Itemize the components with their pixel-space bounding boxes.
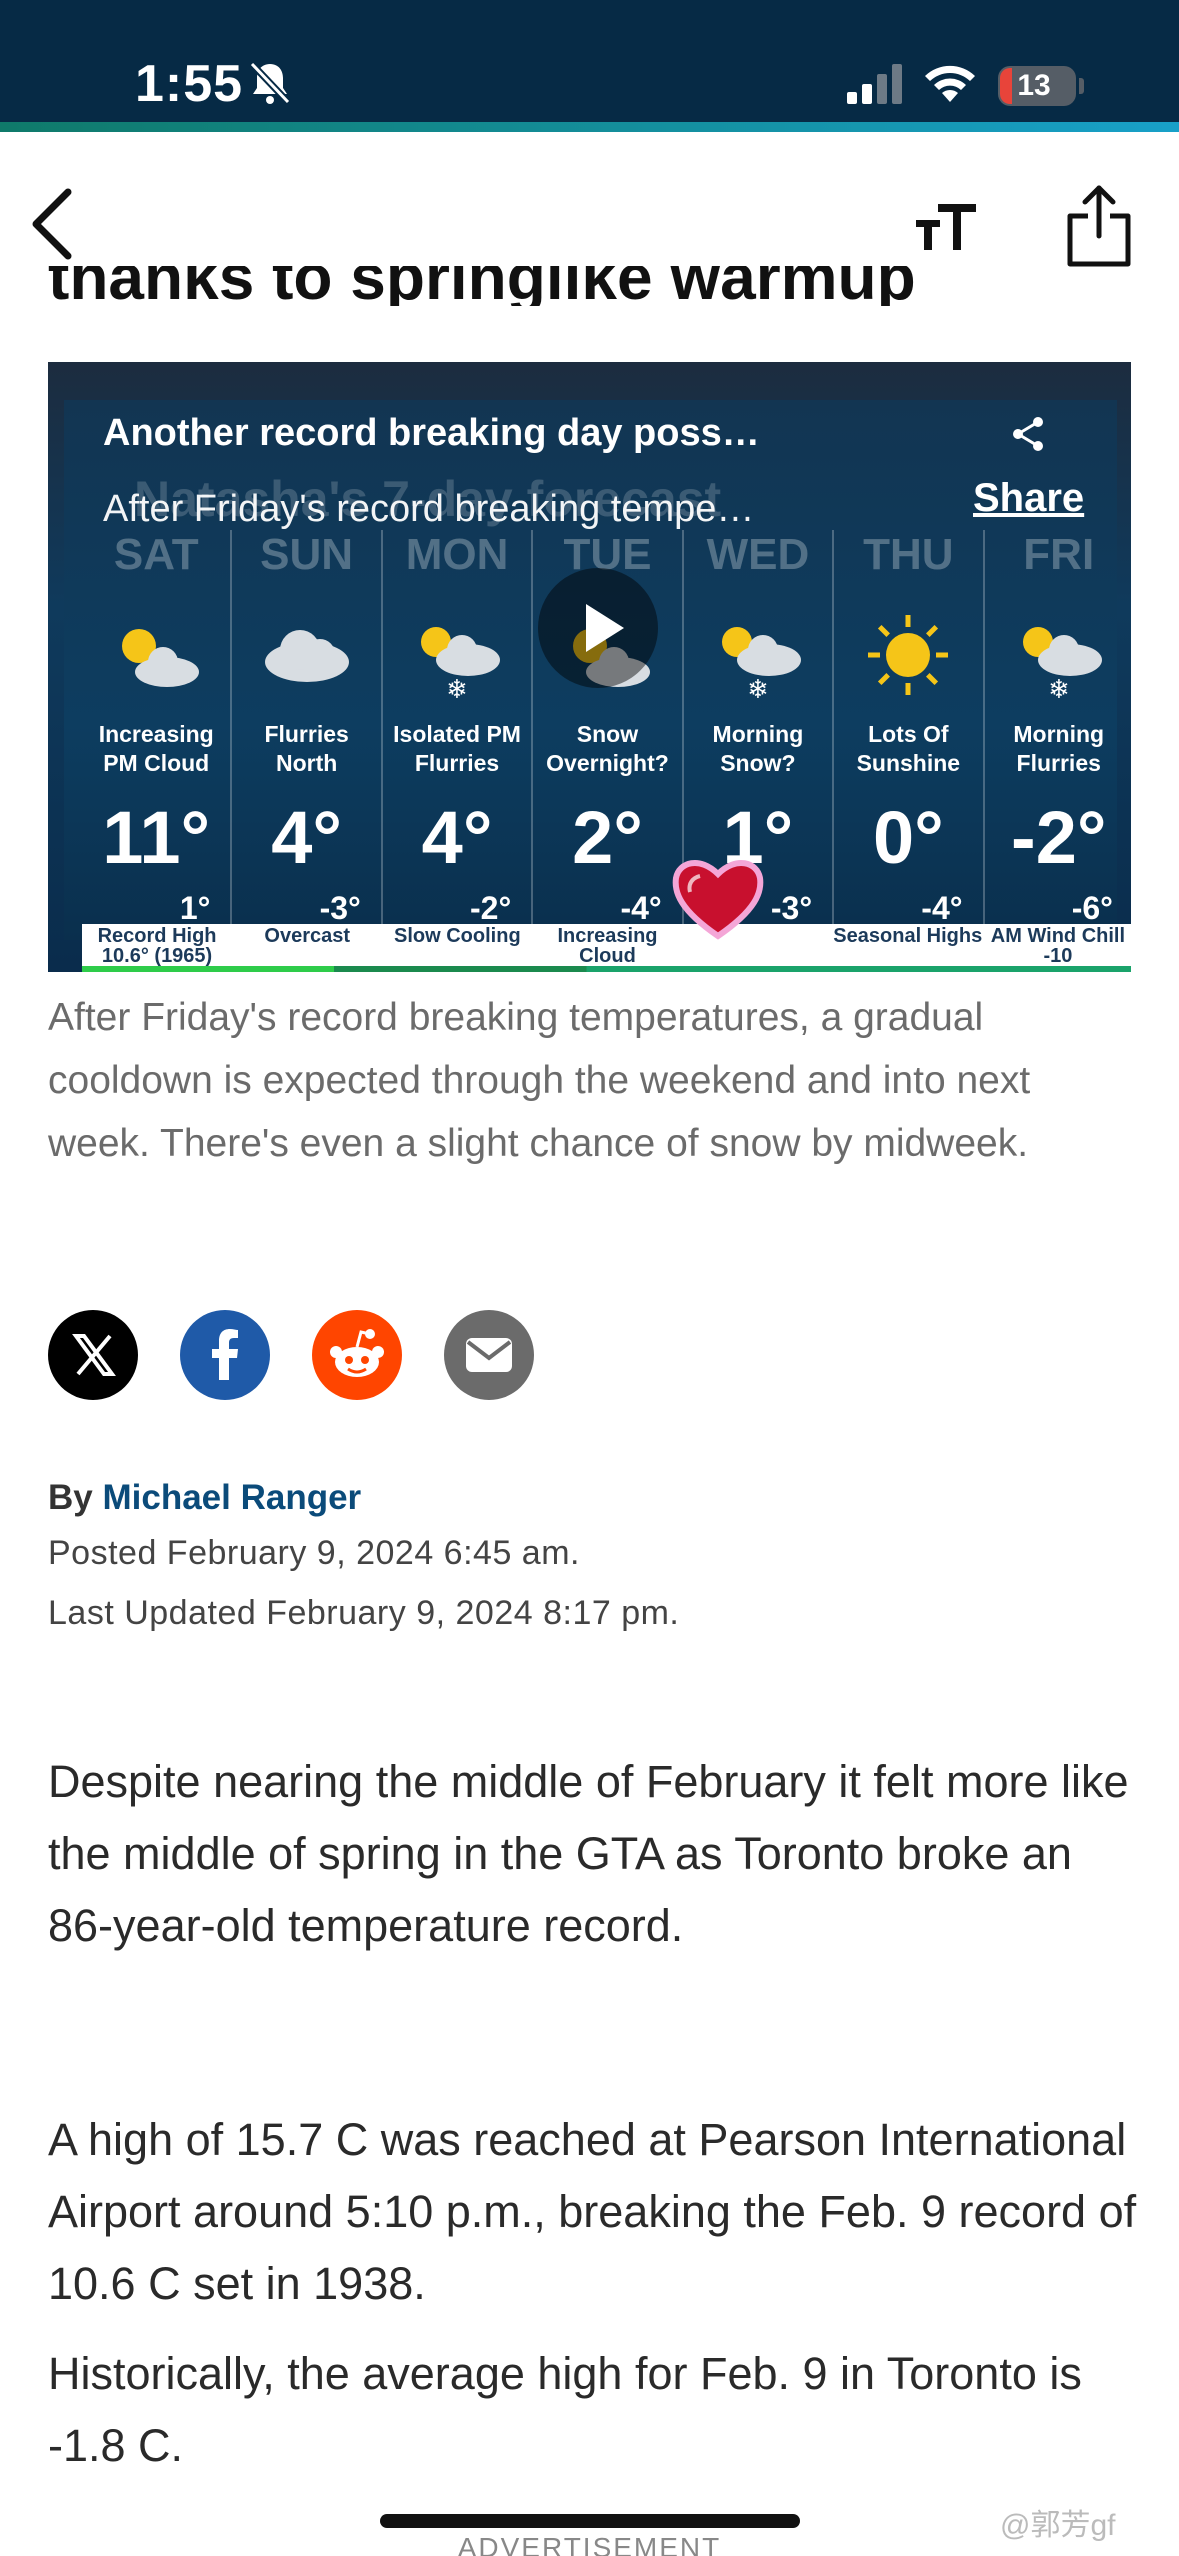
play-icon [586, 604, 624, 652]
forecast-day: FRI ❄ Morning Flurries -2° -6° [985, 530, 1131, 960]
forecast-low: -4° [620, 890, 662, 926]
facebook-logo-icon [212, 1329, 238, 1380]
forecast-condition: Snow Overnight? [546, 721, 669, 776]
forecast-day-name: MON [405, 530, 509, 579]
forecast-footer: Slow Cooling [394, 925, 521, 947]
share-reddit-button[interactable] [312, 1310, 402, 1400]
share-email-button[interactable] [444, 1310, 534, 1400]
forecast-day-name: FRI [1023, 530, 1095, 579]
forecast-condition: Morning Snow? [712, 721, 804, 776]
share-x-button[interactable] [48, 1310, 138, 1400]
forecast-day-name: SUN [260, 530, 354, 579]
forecast-condition: Increasing PM Cloud [98, 721, 214, 776]
status-bar: 1:55 13 [0, 0, 1179, 132]
bell-muted-icon [249, 61, 291, 105]
forecast-condition: Morning Flurries [1013, 721, 1105, 776]
sun-cloud-icon [122, 629, 200, 687]
battery-indicator: 13 [998, 66, 1084, 106]
forecast-footer: Overcast [264, 925, 351, 947]
forecast-day-name: WED [706, 530, 810, 579]
share-icon[interactable] [1064, 184, 1134, 268]
cloud-icon [264, 630, 349, 682]
battery-level: 13 [1017, 69, 1051, 102]
share-facebook-button[interactable] [180, 1310, 270, 1400]
byline: By Michael Ranger [48, 1478, 361, 1518]
forecast-footer: Increasing Cloud [557, 925, 658, 967]
sun-snow-icon: ❄ [721, 627, 801, 700]
article-paragraph: A high of 15.7 C was reached at Pearson … [48, 2114, 1137, 2309]
svg-text:❄: ❄ [747, 674, 769, 700]
forecast-condition: Flurries North [264, 721, 349, 776]
reddit-logo-icon [330, 1329, 384, 1377]
svg-text:❄: ❄ [446, 674, 468, 700]
wifi-icon [925, 65, 975, 102]
posted-date: Posted February 9, 2024 6:45 am. [48, 1534, 580, 1572]
forecast-footer: Record High 10.6° (1965) [97, 925, 217, 967]
forecast-high: 0° [872, 796, 944, 879]
forecast-footer: Seasonal Highs [833, 925, 983, 947]
byline-prefix: By [48, 1478, 93, 1517]
text-size-icon[interactable] [914, 198, 978, 254]
svg-text:❄: ❄ [1048, 674, 1070, 700]
x-logo-icon [72, 1334, 116, 1376]
sun-snow-icon: ❄ [1022, 627, 1102, 700]
forecast-condition: Isolated PM Flurries [393, 721, 521, 776]
forecast-high: 2° [572, 796, 643, 879]
heart-sticker-icon [672, 860, 764, 940]
video-title[interactable]: Another record breaking day poss… [103, 412, 760, 455]
forecast-condition: Lots Of Sunshine [856, 721, 961, 776]
forecast-low: -3° [770, 890, 813, 926]
forecast-high: 11° [102, 796, 211, 879]
forecast-low: -4° [921, 890, 963, 926]
envelope-icon [466, 1338, 512, 1372]
article-paragraph: Historically, the average high for Feb. … [48, 2348, 1082, 2471]
updated-date: Last Updated February 9, 2024 8:17 pm. [48, 1594, 680, 1632]
forecast-low: -3° [319, 890, 361, 926]
back-chevron-icon[interactable] [24, 184, 84, 264]
forecast-day-name: THU [863, 530, 954, 579]
forecast-day: SUN Flurries North 4° -3° [232, 530, 383, 960]
forecast-low: -2° [470, 890, 512, 926]
forecast-colorbar [82, 966, 1131, 972]
video-caption: After Friday's record breaking temperatu… [48, 996, 1031, 1165]
forecast-low: -6° [1071, 890, 1113, 926]
forecast-day: THU Lots Of Sunshine 0° -4° [834, 530, 985, 960]
video-subtitle: After Friday's record breaking tempe… [103, 488, 755, 530]
sun-icon [868, 615, 949, 695]
article-paragraph: Despite nearing the middle of February i… [48, 1756, 1129, 1951]
status-time: 1:55 [135, 55, 244, 113]
author-link[interactable]: Michael Ranger [102, 1478, 361, 1517]
forecast-high: -2° [1011, 796, 1107, 879]
social-share-bar [48, 1310, 534, 1400]
forecast-high: 4° [271, 796, 342, 879]
play-button[interactable] [538, 568, 658, 688]
cellular-signal-icon [847, 64, 902, 104]
forecast-low: 1° [179, 890, 211, 926]
forecast-day-name: SAT [113, 530, 199, 579]
watermark: @郭芳gf [1000, 2509, 1116, 2542]
forecast-footer: AM Wind Chill -10 [990, 925, 1126, 967]
video-share-button[interactable]: Share [973, 476, 1084, 521]
forecast-day: MON ❄ Isolated PM Flurries 4° -2° [383, 530, 534, 960]
video-share-icon[interactable] [1008, 414, 1048, 454]
video-player[interactable]: Natasha's 7-day forecast SAT Increasing P… [48, 362, 1131, 972]
home-indicator[interactable] [380, 2514, 800, 2528]
forecast-day: SAT Increasing PM Cloud 11° 1° [82, 530, 233, 960]
forecast-high: 4° [421, 796, 493, 879]
sun-snow-icon: ❄ [421, 627, 501, 700]
